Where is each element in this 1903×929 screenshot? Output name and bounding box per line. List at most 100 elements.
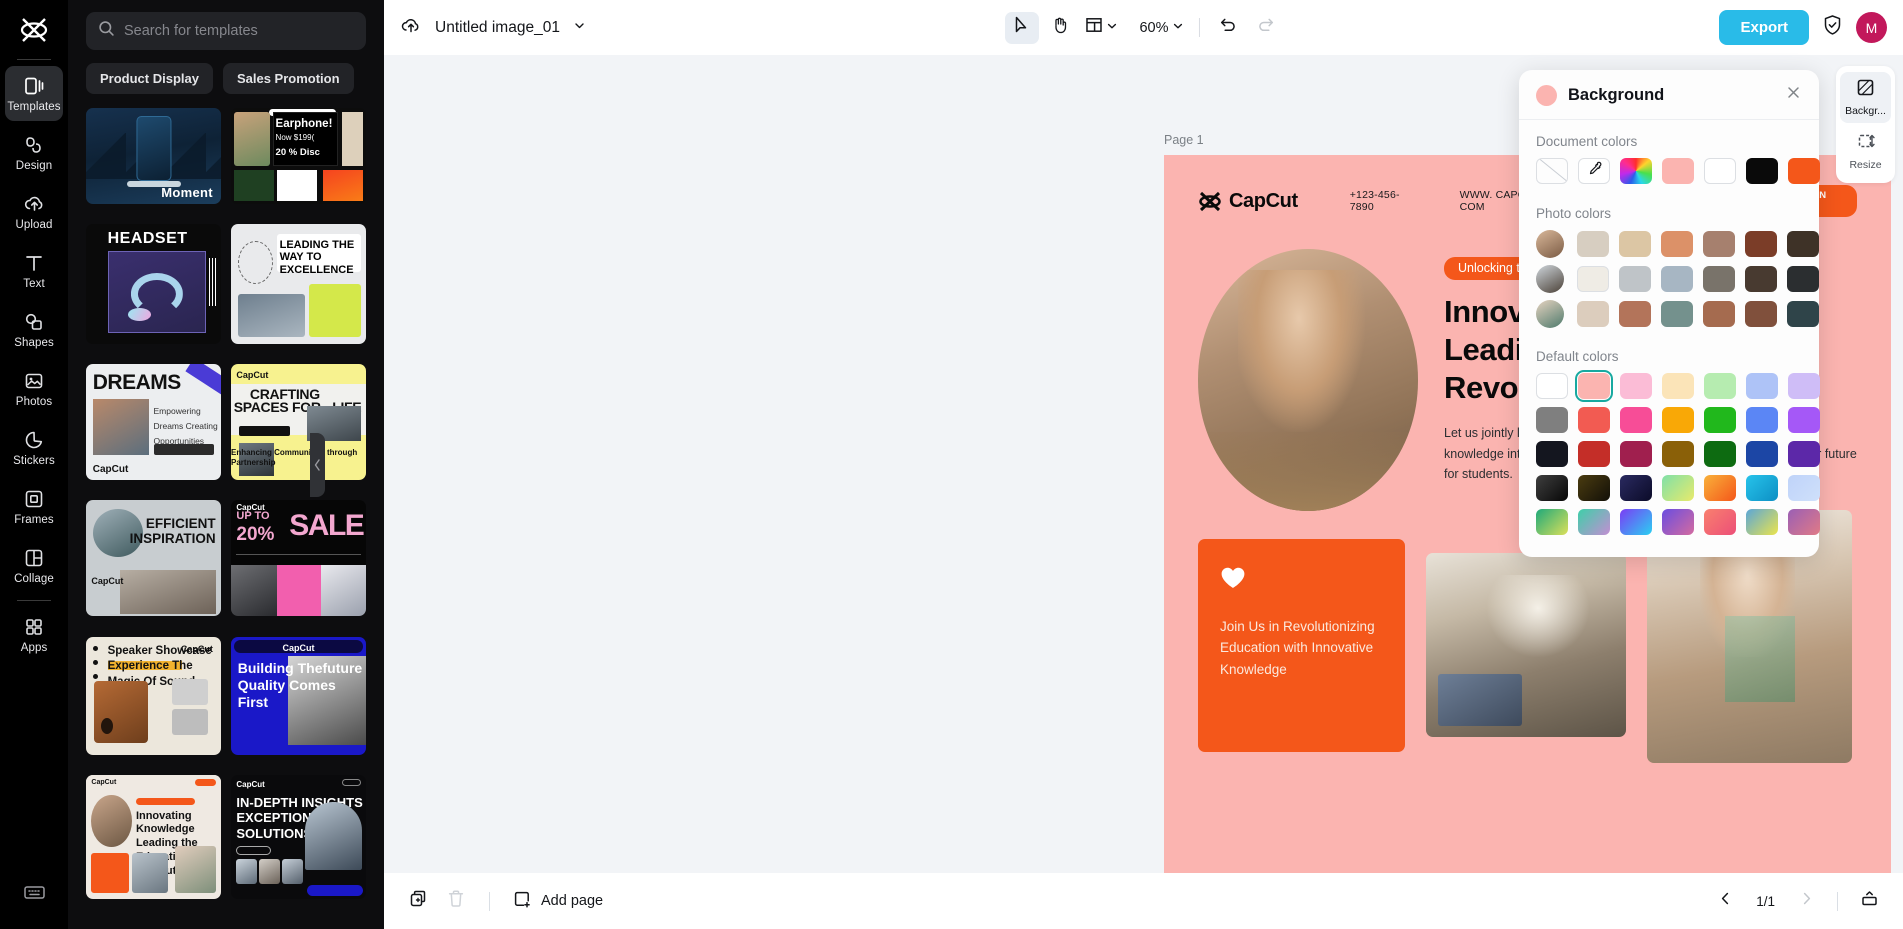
template-card-headset[interactable]: HEADSET xyxy=(86,224,221,345)
template-card-sale[interactable]: CapCut UP TO 20% SALE xyxy=(231,500,366,617)
shield-check-icon[interactable] xyxy=(1822,14,1843,41)
default-swatch-gradient[interactable] xyxy=(1536,475,1568,501)
default-swatch-gradient[interactable] xyxy=(1662,475,1694,501)
swatch-pink[interactable] xyxy=(1662,158,1694,184)
swatch-rainbow[interactable] xyxy=(1620,158,1652,184)
mini-item-background[interactable]: Backgr... xyxy=(1840,72,1891,123)
search-input[interactable] xyxy=(124,23,354,39)
photo-swatch[interactable] xyxy=(1745,301,1777,327)
photo-swatch[interactable] xyxy=(1703,231,1735,257)
default-swatch[interactable] xyxy=(1788,373,1820,399)
sidebar-item-design[interactable]: Design xyxy=(5,125,63,180)
template-card-efficient[interactable]: EFFICIENT INSPIRATION CapCut xyxy=(86,500,221,617)
default-swatch[interactable] xyxy=(1620,441,1652,467)
default-swatch[interactable] xyxy=(1746,407,1778,433)
document-title[interactable]: Untitled image_01 xyxy=(435,19,560,37)
cloud-upload-icon[interactable] xyxy=(400,15,422,41)
swatch-black[interactable] xyxy=(1746,158,1778,184)
photo-swatch[interactable] xyxy=(1703,301,1735,327)
sidebar-item-templates[interactable]: Templates xyxy=(5,66,63,121)
chip-sales-promotion[interactable]: Sales Promotion xyxy=(222,63,354,94)
delete-page-button[interactable] xyxy=(440,886,472,916)
photo-thumb-students-laptop[interactable] xyxy=(1536,265,1564,293)
undo-button[interactable] xyxy=(1211,12,1245,44)
photo-thumb-teacher-classroom[interactable] xyxy=(1536,300,1564,328)
default-swatch[interactable] xyxy=(1788,407,1820,433)
search-box[interactable] xyxy=(86,12,366,50)
photo-swatch[interactable] xyxy=(1703,266,1735,292)
default-swatch[interactable] xyxy=(1620,407,1652,433)
photo-swatch[interactable] xyxy=(1577,301,1609,327)
template-card-depth[interactable]: CapCut IN-DEPTH INSIGHTS EXCEPTIONAL SOL… xyxy=(231,774,366,899)
default-swatch[interactable] xyxy=(1704,441,1736,467)
capcut-logo[interactable] xyxy=(11,8,57,52)
template-card-earphone[interactable]: Earphone! Now $199( 20 % Disc xyxy=(231,108,366,204)
default-swatch-gradient[interactable] xyxy=(1536,509,1568,535)
photo-thumb-student-writing[interactable] xyxy=(1536,230,1564,258)
sidebar-item-collage[interactable]: Collage xyxy=(5,538,63,593)
sidebar-item-photos[interactable]: Photos xyxy=(5,361,63,416)
photo-swatch[interactable] xyxy=(1661,231,1693,257)
default-swatch[interactable] xyxy=(1536,407,1568,433)
mini-item-resize[interactable]: Resize xyxy=(1840,126,1891,177)
default-swatch-gradient[interactable] xyxy=(1662,509,1694,535)
photo-swatch[interactable] xyxy=(1661,301,1693,327)
swatch-white[interactable] xyxy=(1704,158,1736,184)
photo-swatch[interactable] xyxy=(1661,266,1693,292)
default-swatch[interactable] xyxy=(1536,441,1568,467)
sidebar-item-text[interactable]: Text xyxy=(5,243,63,298)
default-swatch-gradient[interactable] xyxy=(1620,475,1652,501)
swatch-orange[interactable] xyxy=(1788,158,1820,184)
default-swatch[interactable] xyxy=(1746,373,1778,399)
students-laptop-photo[interactable] xyxy=(1426,553,1626,737)
hand-tool-button[interactable] xyxy=(1042,12,1076,44)
photo-swatch[interactable] xyxy=(1745,266,1777,292)
template-card-speaker[interactable]: Speaker Showcase Experience The Magic Of… xyxy=(86,636,221,755)
panel-collapse-handle[interactable] xyxy=(310,432,325,497)
default-swatch-gradient[interactable] xyxy=(1620,509,1652,535)
close-icon[interactable] xyxy=(1785,84,1802,106)
photo-swatch[interactable] xyxy=(1619,301,1651,327)
default-swatch-gradient[interactable] xyxy=(1788,475,1820,501)
sidebar-item-keyboard[interactable] xyxy=(5,864,63,919)
template-card-dreams[interactable]: DREAMS Empowering Dreams Creating Opport… xyxy=(86,364,221,481)
background-panel[interactable]: Background Document colors Photo colors xyxy=(1519,70,1820,557)
template-card-innovating[interactable]: CapCut Innovating Knowledge Leading the … xyxy=(86,774,221,899)
layout-tool-button[interactable] xyxy=(1080,16,1121,39)
default-swatch-gradient[interactable] xyxy=(1704,509,1736,535)
photo-swatch[interactable] xyxy=(1787,231,1819,257)
select-tool-button[interactable] xyxy=(1004,11,1039,44)
default-swatch[interactable] xyxy=(1620,373,1652,399)
template-card-building[interactable]: CapCut Building Thefuture Quality Comes … xyxy=(231,636,366,755)
template-card-leading[interactable]: LEADING THE WAY TO EXCELLENCE xyxy=(231,224,366,345)
photo-swatch[interactable] xyxy=(1787,301,1819,327)
panel-toggle-button[interactable] xyxy=(1853,886,1885,916)
photo-swatch[interactable] xyxy=(1577,231,1609,257)
default-swatch-gradient[interactable] xyxy=(1788,509,1820,535)
default-swatch[interactable] xyxy=(1536,373,1568,399)
template-card-crafting[interactable]: CapCut CRAFTING SPACES FOR · LIFE Enhanc… xyxy=(231,364,366,481)
export-button[interactable]: Export xyxy=(1719,10,1809,45)
default-swatch[interactable] xyxy=(1662,441,1694,467)
default-swatch-gradient[interactable] xyxy=(1578,509,1610,535)
template-card-moment[interactable]: Moment xyxy=(86,108,221,204)
default-swatch-gradient[interactable] xyxy=(1746,509,1778,535)
sidebar-item-shapes[interactable]: Shapes xyxy=(5,302,63,357)
avatar[interactable]: M xyxy=(1856,12,1887,43)
sidebar-item-upload[interactable]: Upload xyxy=(5,184,63,239)
current-background-swatch[interactable] xyxy=(1536,84,1557,106)
add-page-button[interactable]: Add page xyxy=(507,890,609,913)
default-swatch-gradient[interactable] xyxy=(1578,475,1610,501)
prev-page-button[interactable] xyxy=(1709,886,1741,916)
default-swatch-gradient[interactable] xyxy=(1704,475,1736,501)
default-swatch[interactable] xyxy=(1704,407,1736,433)
swatch-eyedropper[interactable] xyxy=(1578,158,1610,184)
photo-swatch[interactable] xyxy=(1577,266,1609,292)
default-swatch[interactable] xyxy=(1578,407,1610,433)
chip-product-display[interactable]: Product Display xyxy=(86,63,213,94)
default-swatch-gradient[interactable] xyxy=(1746,475,1778,501)
default-swatch[interactable] xyxy=(1704,373,1736,399)
default-swatch[interactable] xyxy=(1662,373,1694,399)
zoom-selector[interactable]: 60% xyxy=(1135,19,1187,37)
sidebar-item-apps[interactable]: Apps xyxy=(5,607,63,662)
